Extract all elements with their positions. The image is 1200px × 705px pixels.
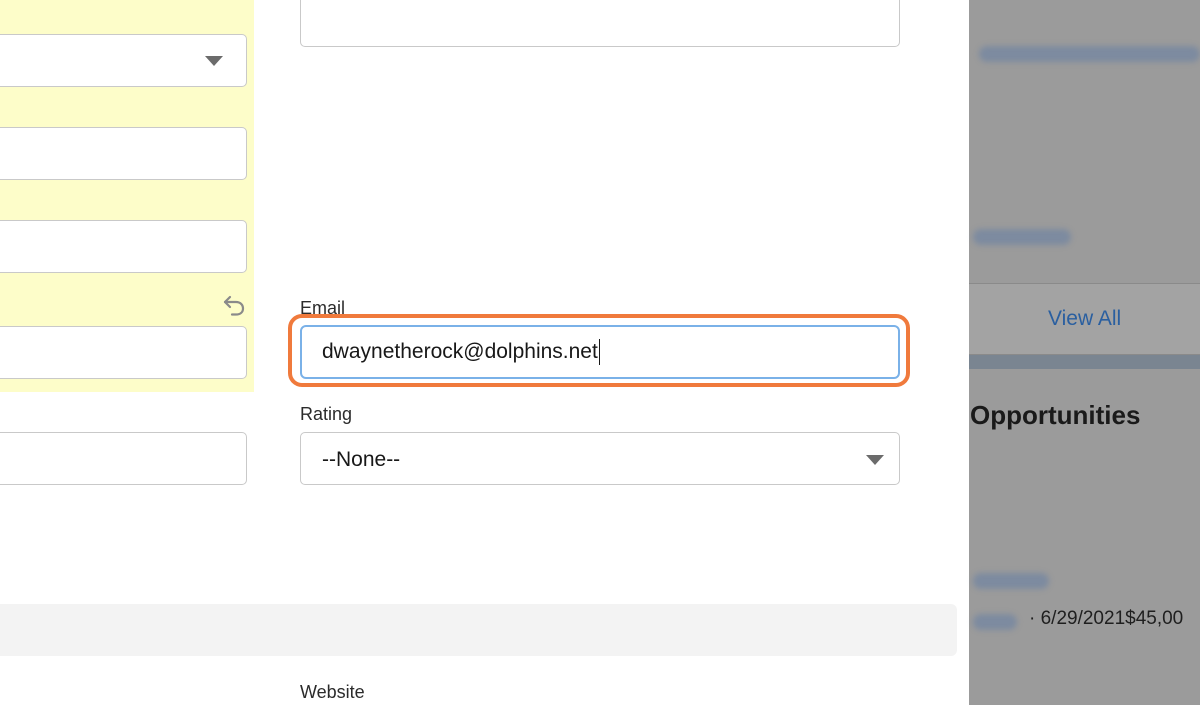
view-all-link[interactable]: View All bbox=[1048, 307, 1121, 331]
left-text-field-3[interactable] bbox=[0, 326, 247, 379]
rating-label: Rating bbox=[300, 404, 353, 424]
email-input[interactable]: dwaynetherock@dolphins.net bbox=[300, 325, 900, 379]
rating-selected-value: --None-- bbox=[322, 448, 401, 471]
blurred-link bbox=[979, 46, 1200, 62]
top-text-field[interactable] bbox=[300, 0, 900, 47]
left-picklist-field[interactable] bbox=[0, 34, 247, 87]
section-header[interactable] bbox=[0, 604, 957, 656]
email-input-value: dwaynetherock@dolphins.net bbox=[322, 340, 598, 363]
undo-icon[interactable] bbox=[222, 294, 246, 316]
left-text-field-1[interactable] bbox=[0, 127, 247, 180]
rating-select[interactable]: --None-- bbox=[300, 432, 900, 485]
screen: Email dwaynetherock@dolphins.net Rating … bbox=[0, 0, 1200, 705]
left-text-field-2[interactable] bbox=[0, 220, 247, 273]
blurred-link bbox=[973, 614, 1017, 630]
opportunities-heading: Opportunities bbox=[970, 400, 1141, 430]
website-label: Website bbox=[300, 682, 365, 702]
related-list-divider bbox=[969, 355, 1200, 369]
chevron-down-icon bbox=[866, 455, 884, 465]
blurred-link bbox=[973, 573, 1049, 589]
opportunity-meta: · 6/29/2021$45,00 bbox=[1029, 608, 1184, 629]
left-text-field-4[interactable] bbox=[0, 432, 247, 485]
blurred-link bbox=[973, 229, 1071, 245]
chevron-down-icon bbox=[205, 56, 223, 66]
text-caret bbox=[598, 339, 600, 366]
